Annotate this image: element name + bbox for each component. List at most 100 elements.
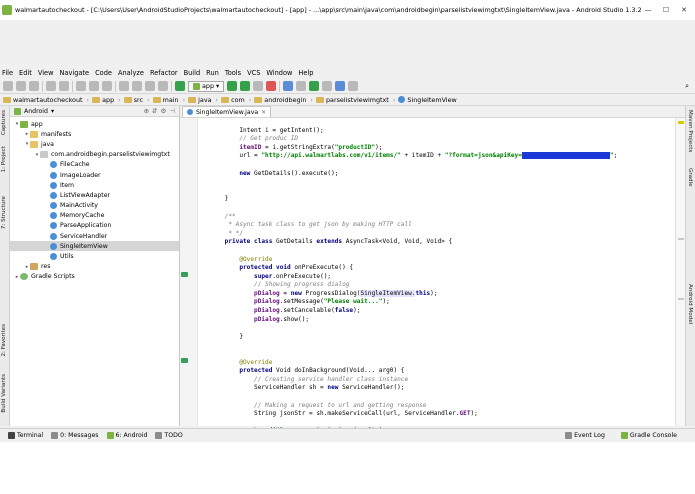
find-icon[interactable]	[119, 81, 129, 91]
tree-item[interactable]: ▸ res	[10, 262, 179, 272]
debug-icon[interactable]	[240, 81, 251, 91]
forward-icon[interactable]	[158, 81, 168, 91]
tree-item[interactable]: ▾ app	[10, 119, 179, 129]
favorites-tab[interactable]: 2: Favorites	[1, 324, 7, 357]
tree-item[interactable]: ParseApplication	[10, 221, 179, 231]
tool-window-gradle-console[interactable]: Gradle Console	[620, 431, 677, 439]
attach-debugger-icon[interactable]	[253, 81, 264, 91]
replace-icon[interactable]	[132, 81, 142, 91]
scroll-marker[interactable]	[678, 298, 684, 300]
code-line[interactable]: @Override	[210, 359, 675, 368]
chevron-down-icon[interactable]: ▾	[51, 108, 54, 115]
sync-icon[interactable]	[29, 81, 39, 91]
code-line[interactable]: }	[210, 195, 675, 204]
project-tab[interactable]: 1: Project	[1, 146, 7, 172]
tree-item[interactable]: SingleItemView	[10, 241, 179, 252]
tool-window-0-messages[interactable]: 0: Messages	[51, 431, 99, 439]
breadcrumb-item[interactable]: main ›	[152, 96, 185, 104]
menu-vcs[interactable]: VCS	[247, 69, 260, 77]
tree-item[interactable]: MemoryCache	[10, 211, 179, 221]
make-project-icon[interactable]	[175, 81, 185, 91]
code-line[interactable]: new GetDetails().execute();	[210, 170, 675, 179]
run-config-dropdown[interactable]: app ▾	[188, 80, 225, 92]
code-line[interactable]	[210, 118, 675, 127]
code-line[interactable]: Intent i = getIntent();	[210, 127, 675, 136]
structure-tab[interactable]: 7: Structure	[1, 196, 7, 229]
tree-item[interactable]: ▾ com.androidbegin.parselistviewimgtxt	[10, 150, 179, 160]
code-line[interactable]	[210, 341, 675, 350]
android-model-tab[interactable]: Android Model	[687, 284, 693, 324]
code-line[interactable]: pDialog.show();	[210, 316, 675, 325]
code-line[interactable]	[210, 247, 675, 256]
minimize-button[interactable]: —	[641, 5, 655, 15]
code-line[interactable]	[210, 419, 675, 428]
code-line[interactable]: pDialog.setCancelable(false);	[210, 307, 675, 316]
menu-file[interactable]: File	[2, 69, 13, 77]
code-line[interactable]: // Creating service handler class instan…	[210, 376, 675, 385]
help-icon[interactable]	[348, 81, 359, 91]
search-icon[interactable]: ⌕	[685, 82, 689, 91]
code-line[interactable]: String jsonStr = sh.makeServiceCall(url,…	[210, 410, 675, 419]
project-view-selector[interactable]: Android	[24, 108, 48, 115]
breadcrumb-item[interactable]: app ›	[92, 96, 121, 104]
menu-window[interactable]: Window	[266, 69, 292, 77]
breadcrumb-item[interactable]: com ›	[221, 96, 251, 104]
editor-tab-singleitemview[interactable]: SingleItemView.java ✕	[182, 106, 272, 117]
menu-help[interactable]: Help	[298, 69, 313, 77]
menu-build[interactable]: Build	[184, 69, 201, 77]
code-line[interactable]: ServiceHandler sh = new ServiceHandler()…	[210, 384, 675, 393]
tool-window-terminal[interactable]: Terminal	[8, 431, 43, 439]
open-icon[interactable]	[3, 81, 13, 91]
code-line[interactable]: super.onPreExecute();	[210, 273, 675, 282]
code-line[interactable]: /**	[210, 213, 675, 222]
tree-item[interactable]: FileCache	[10, 160, 179, 170]
stop-icon[interactable]	[266, 81, 277, 91]
cut-icon[interactable]	[76, 81, 86, 91]
code-line[interactable]: pDialog.setMessage("Please wait...");	[210, 298, 675, 307]
breadcrumb-item[interactable]: src ›	[123, 96, 150, 104]
tree-item[interactable]: ListViewAdapter	[10, 190, 179, 200]
code-line[interactable]	[210, 204, 675, 213]
build-variants-tab[interactable]: Build Variants	[1, 374, 7, 413]
save-all-icon[interactable]	[16, 81, 26, 91]
code-line[interactable]: // Making a request to url and getting r…	[210, 402, 675, 411]
tree-item[interactable]: ImageLoader	[10, 170, 179, 180]
tree-item[interactable]: ▸ Gradle Scripts	[10, 272, 179, 282]
monitor-icon[interactable]	[322, 81, 333, 91]
maven-projects-tab[interactable]: Maven Projects	[687, 110, 693, 152]
code-line[interactable]	[210, 350, 675, 359]
menu-refactor[interactable]: Refactor	[150, 69, 178, 77]
run-icon[interactable]	[227, 81, 238, 91]
tree-item[interactable]: MainActivity	[10, 201, 179, 211]
copy-icon[interactable]	[89, 81, 99, 91]
code-line[interactable]: // Get produc ID	[210, 135, 675, 144]
tree-item[interactable]: ▾ java	[10, 139, 179, 149]
sdk-manager-icon[interactable]	[309, 81, 320, 91]
sync-scroll-icon[interactable]: ⊕	[144, 107, 149, 115]
override-marker-icon[interactable]	[181, 272, 188, 277]
code-line[interactable]: protected void onPreExecute() {	[210, 264, 675, 273]
undo-icon[interactable]	[46, 81, 56, 91]
collapse-icon[interactable]: ⇵	[152, 107, 157, 115]
tool-window-event-log[interactable]: Event Log	[565, 431, 605, 439]
tree-item[interactable]: ServiceHandler	[10, 231, 179, 241]
redo-icon[interactable]	[59, 81, 69, 91]
sync-gradle-icon[interactable]	[296, 81, 307, 91]
breadcrumb-item[interactable]: parselistviewimgtxt ›	[315, 96, 395, 104]
warning-marker[interactable]	[678, 121, 684, 124]
code-line[interactable]: * Async task class to get json by making…	[210, 221, 675, 230]
code-line[interactable]	[210, 161, 675, 170]
code-line[interactable]: }	[210, 333, 675, 342]
breadcrumb-item[interactable]: java ›	[188, 96, 218, 104]
menu-tools[interactable]: Tools	[225, 69, 241, 77]
hide-panel-icon[interactable]: ⊣	[169, 107, 175, 115]
back-icon[interactable]	[145, 81, 155, 91]
code-line[interactable]: private class GetDetails extends AsyncTa…	[210, 238, 675, 247]
tree-item[interactable]: Utils	[10, 251, 179, 261]
close-tab-icon[interactable]: ✕	[261, 109, 266, 116]
breadcrumb-item[interactable]: SingleItemView	[398, 96, 457, 104]
code-line[interactable]	[210, 393, 675, 402]
project-structure-icon[interactable]	[335, 81, 346, 91]
code-line[interactable]: // Showing progress dialog	[210, 281, 675, 290]
code-line[interactable]	[210, 187, 675, 196]
